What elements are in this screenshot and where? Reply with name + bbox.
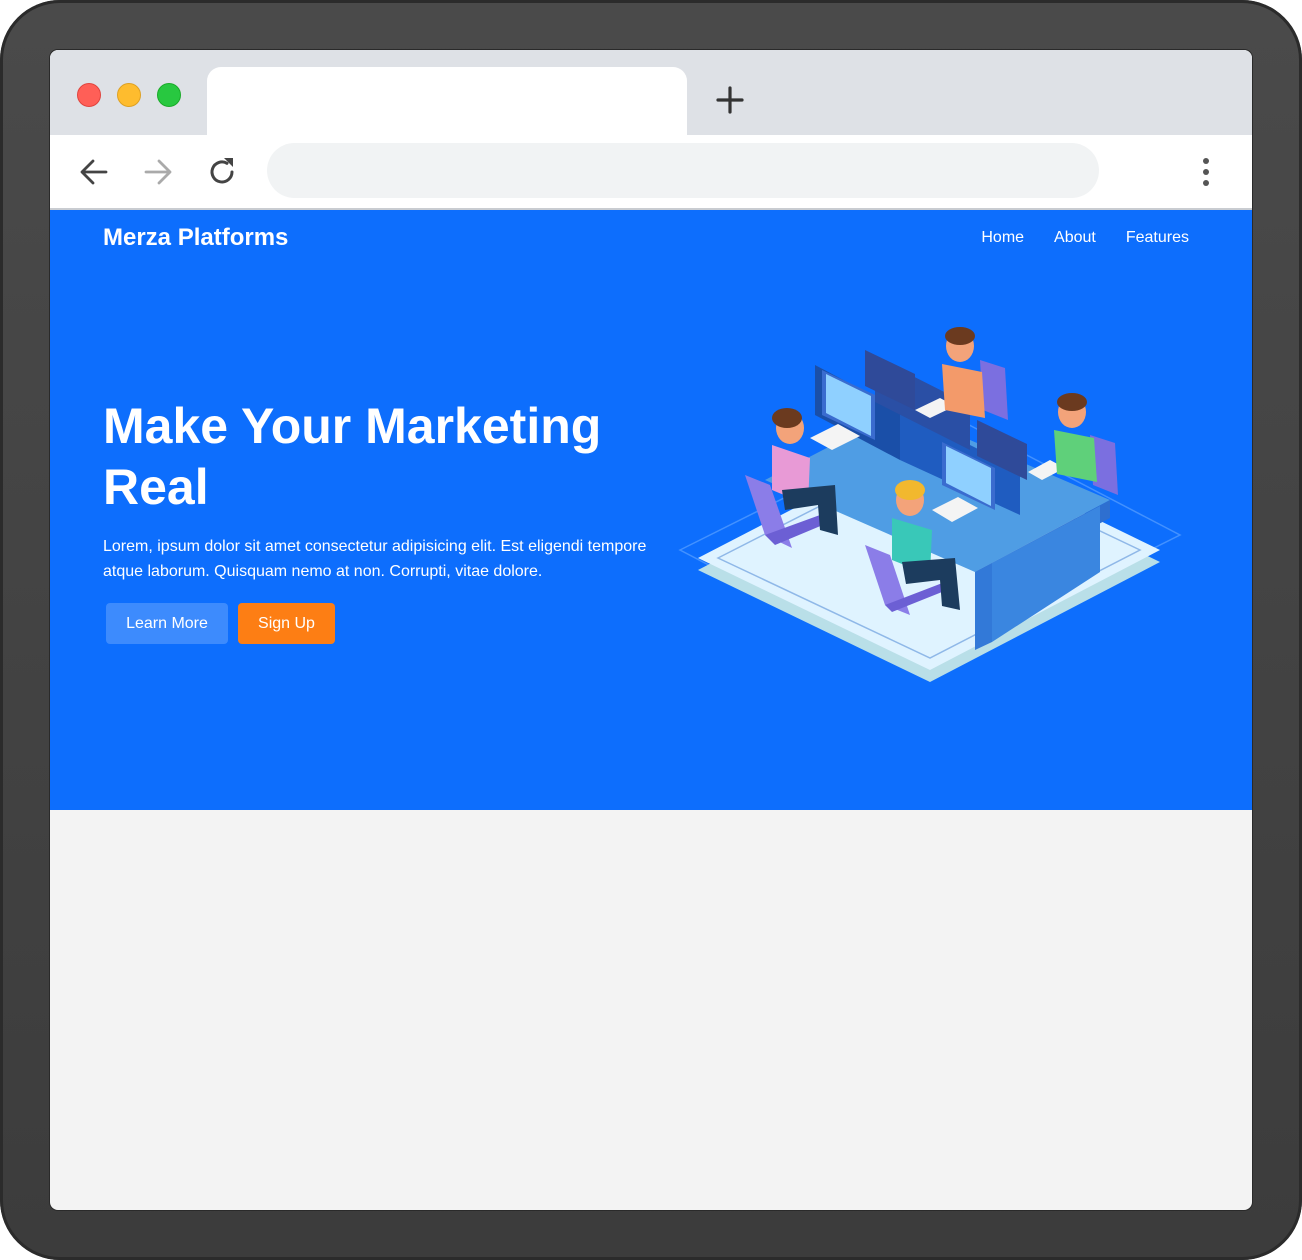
- office-team-illustration: [678, 327, 1182, 682]
- plus-icon: [716, 86, 744, 114]
- browser-toolbar: [50, 135, 1252, 210]
- kebab-menu-icon: [1203, 158, 1209, 186]
- address-bar[interactable]: [267, 143, 1099, 198]
- back-arrow-icon: [80, 159, 108, 185]
- tab-strip: [50, 50, 1252, 135]
- nav-link-home[interactable]: Home: [981, 229, 1024, 247]
- forward-button[interactable]: [141, 155, 175, 189]
- browser-tab[interactable]: [207, 67, 687, 135]
- hero-text: Lorem, ipsum dolor sit amet consectetur …: [103, 538, 647, 580]
- main-nav: Home About Features: [981, 229, 1189, 247]
- browser-window: Merza Platforms Home About Features Make…: [50, 50, 1252, 1210]
- back-button[interactable]: [77, 155, 111, 189]
- nav-link-about[interactable]: About: [1054, 229, 1096, 247]
- reload-icon: [210, 158, 234, 184]
- reload-button[interactable]: [205, 155, 239, 189]
- nav-link-features[interactable]: Features: [1126, 229, 1189, 247]
- sign-up-button[interactable]: Sign Up: [238, 603, 335, 644]
- forward-arrow-icon: [144, 159, 172, 185]
- minimize-window-button[interactable]: [117, 83, 141, 107]
- learn-more-button[interactable]: Learn More: [106, 603, 228, 644]
- close-window-button[interactable]: [77, 83, 101, 107]
- hero-title: Make Your Marketing Real: [103, 398, 602, 515]
- browser-menu-button[interactable]: [1196, 156, 1216, 188]
- new-tab-button[interactable]: [714, 84, 746, 116]
- brand-logo[interactable]: Merza Platforms: [103, 224, 288, 252]
- hero-section: Merza Platforms Home About Features Make…: [50, 210, 1252, 810]
- maximize-window-button[interactable]: [157, 83, 181, 107]
